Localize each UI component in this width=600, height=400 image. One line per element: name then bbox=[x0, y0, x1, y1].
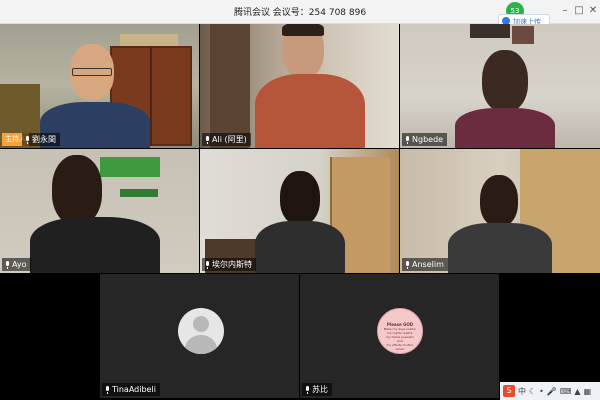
participant-face bbox=[52, 155, 102, 225]
shirt-icon[interactable]: ▲ bbox=[574, 387, 580, 396]
participant-face bbox=[482, 50, 528, 112]
prayer-line: my home peaceful and bbox=[386, 335, 414, 343]
participant-name: Ngbede bbox=[412, 135, 444, 144]
prayer-line: Amen bbox=[395, 347, 405, 351]
video-tile-1[interactable]: 主持人 劉永閏 bbox=[0, 24, 199, 148]
mic-icon bbox=[25, 135, 30, 144]
mic-icon bbox=[205, 260, 210, 269]
name-tag: Ayo bbox=[2, 258, 31, 271]
participant-name: 埃尔内斯特 bbox=[212, 260, 252, 269]
profile-picture: Please GOD Make my days useful, my night… bbox=[377, 308, 423, 354]
wall-picture bbox=[470, 24, 510, 38]
participant-name: Ali (阿里) bbox=[212, 135, 247, 144]
minimize-icon[interactable]: – bbox=[558, 4, 572, 18]
mic-icon[interactable]: 🎤 bbox=[547, 387, 557, 396]
participant-name: 苏比 bbox=[312, 385, 328, 394]
participant-face bbox=[480, 175, 518, 227]
mic-icon bbox=[405, 260, 410, 269]
name-tag: 苏比 bbox=[302, 383, 332, 396]
maximize-icon[interactable]: □ bbox=[572, 4, 586, 18]
mic-icon bbox=[5, 260, 10, 269]
video-tile-4[interactable]: Ayo bbox=[0, 149, 199, 273]
close-icon[interactable]: ✕ bbox=[586, 4, 600, 18]
grid-icon[interactable]: ▦ bbox=[584, 387, 592, 396]
video-tile-8[interactable]: Please GOD Make my days useful, my night… bbox=[300, 274, 499, 398]
keyboard-icon[interactable]: ⌨ bbox=[560, 387, 572, 396]
doorway bbox=[210, 24, 250, 148]
moon-icon[interactable]: ☾ bbox=[529, 387, 536, 396]
title-bar: 腾讯会议 会议号：254 708 896 53 加速上传 – □ ✕ bbox=[0, 0, 600, 28]
green-shelf bbox=[100, 157, 160, 177]
input-method-icon[interactable]: S bbox=[503, 385, 515, 397]
name-tag: 劉永閏 bbox=[22, 133, 60, 146]
video-tile-2[interactable]: Ali (阿里) bbox=[200, 24, 399, 148]
name-tag: 埃尔内斯特 bbox=[202, 258, 256, 271]
participant-name: TinaAdibeli bbox=[112, 385, 156, 394]
mic-icon bbox=[405, 135, 410, 144]
mic-icon bbox=[205, 135, 210, 144]
name-tag: Anselim bbox=[402, 258, 448, 271]
name-tag: TinaAdibeli bbox=[102, 383, 160, 396]
mic-icon bbox=[305, 385, 310, 394]
video-tile-5[interactable]: 埃尔内斯特 bbox=[200, 149, 399, 273]
mic-icon bbox=[105, 385, 110, 394]
dot-icon[interactable]: • bbox=[539, 387, 544, 396]
participant-name: Anselim bbox=[412, 260, 444, 269]
participant-face bbox=[280, 171, 320, 225]
meeting-window: 腾讯会议 会议号：254 708 896 53 加速上传 – □ ✕ 主持人 劉… bbox=[0, 0, 600, 400]
video-tile-6[interactable]: Anselim bbox=[400, 149, 600, 273]
glasses bbox=[72, 68, 112, 76]
video-tile-7[interactable]: TinaAdibeli bbox=[100, 274, 299, 398]
video-tile-3[interactable]: Ngbede bbox=[400, 24, 600, 148]
name-tag: Ali (阿里) bbox=[202, 133, 251, 146]
language-toggle[interactable]: 中 bbox=[518, 386, 526, 397]
participant-name: Ayo bbox=[12, 260, 27, 269]
name-tag: Ngbede bbox=[402, 133, 448, 146]
participant-name: 劉永閏 bbox=[32, 135, 56, 144]
default-avatar-icon bbox=[178, 308, 224, 354]
ime-toolbar: S 中 ☾ • 🎤 ⌨ ▲ ▦ bbox=[500, 382, 600, 400]
